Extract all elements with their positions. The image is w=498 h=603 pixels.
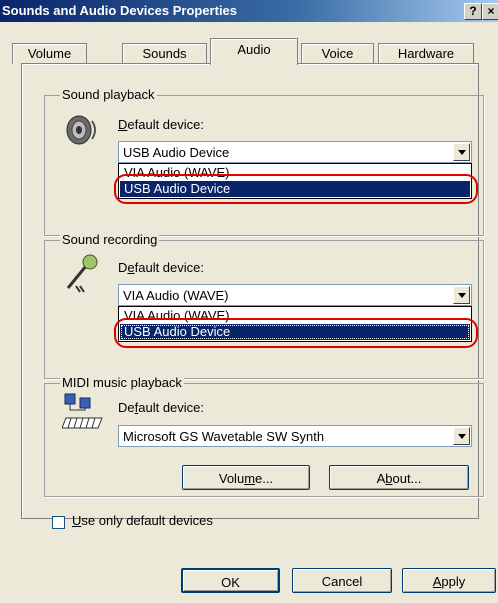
- midi-selected-value: Microsoft GS Wavetable SW Synth: [123, 429, 325, 444]
- speaker-icon: [66, 115, 96, 145]
- tab-volume[interactable]: Volume: [12, 43, 87, 64]
- group-label-playback: Sound playback: [60, 87, 157, 102]
- tab-voice[interactable]: Voice: [301, 43, 374, 64]
- use-default-devices-checkbox[interactable]: [52, 516, 65, 529]
- annotation-ring-playback: [114, 174, 478, 204]
- help-button[interactable]: ?: [464, 3, 482, 20]
- tab-hardware[interactable]: Hardware: [378, 43, 474, 64]
- apply-button[interactable]: Apply: [402, 568, 496, 593]
- microphone-icon: [66, 254, 98, 293]
- playback-device-select[interactable]: USB Audio Device: [118, 141, 472, 163]
- playback-selected-value: USB Audio Device: [123, 145, 230, 160]
- midi-dropdown-arrow[interactable]: [453, 427, 470, 445]
- volume-button[interactable]: Volume...: [182, 465, 310, 490]
- use-default-devices-label[interactable]: Use only default devices: [72, 513, 213, 528]
- recording-device-select[interactable]: VIA Audio (WAVE): [118, 284, 472, 306]
- title-bar: Sounds and Audio Devices Properties ? ×: [0, 0, 498, 22]
- tab-audio[interactable]: Audio: [210, 38, 298, 65]
- recording-default-label: Default device:: [118, 260, 204, 275]
- cancel-button[interactable]: Cancel: [292, 568, 392, 593]
- dialog-body: Volume Sounds Audio Voice Hardware Sound…: [0, 22, 498, 603]
- midi-device-select[interactable]: Microsoft GS Wavetable SW Synth: [118, 425, 472, 447]
- midi-default-label: Default device:: [118, 400, 205, 415]
- group-label-midi: MIDI music playback: [60, 375, 184, 390]
- window-title: Sounds and Audio Devices Properties: [2, 3, 238, 18]
- group-label-recording: Sound recording: [60, 232, 160, 247]
- annotation-ring-recording: [114, 318, 478, 348]
- recording-dropdown-arrow[interactable]: [453, 286, 470, 304]
- recording-selected-value: VIA Audio (WAVE): [123, 288, 229, 303]
- playback-dropdown-arrow[interactable]: [453, 143, 470, 161]
- midi-keyboard-icon: [62, 393, 103, 429]
- close-button[interactable]: ×: [482, 3, 498, 20]
- about-button[interactable]: About...: [329, 465, 469, 490]
- playback-default-label: Default device:: [118, 117, 204, 132]
- ok-button[interactable]: OK: [181, 568, 280, 593]
- tab-sounds[interactable]: Sounds: [122, 43, 207, 64]
